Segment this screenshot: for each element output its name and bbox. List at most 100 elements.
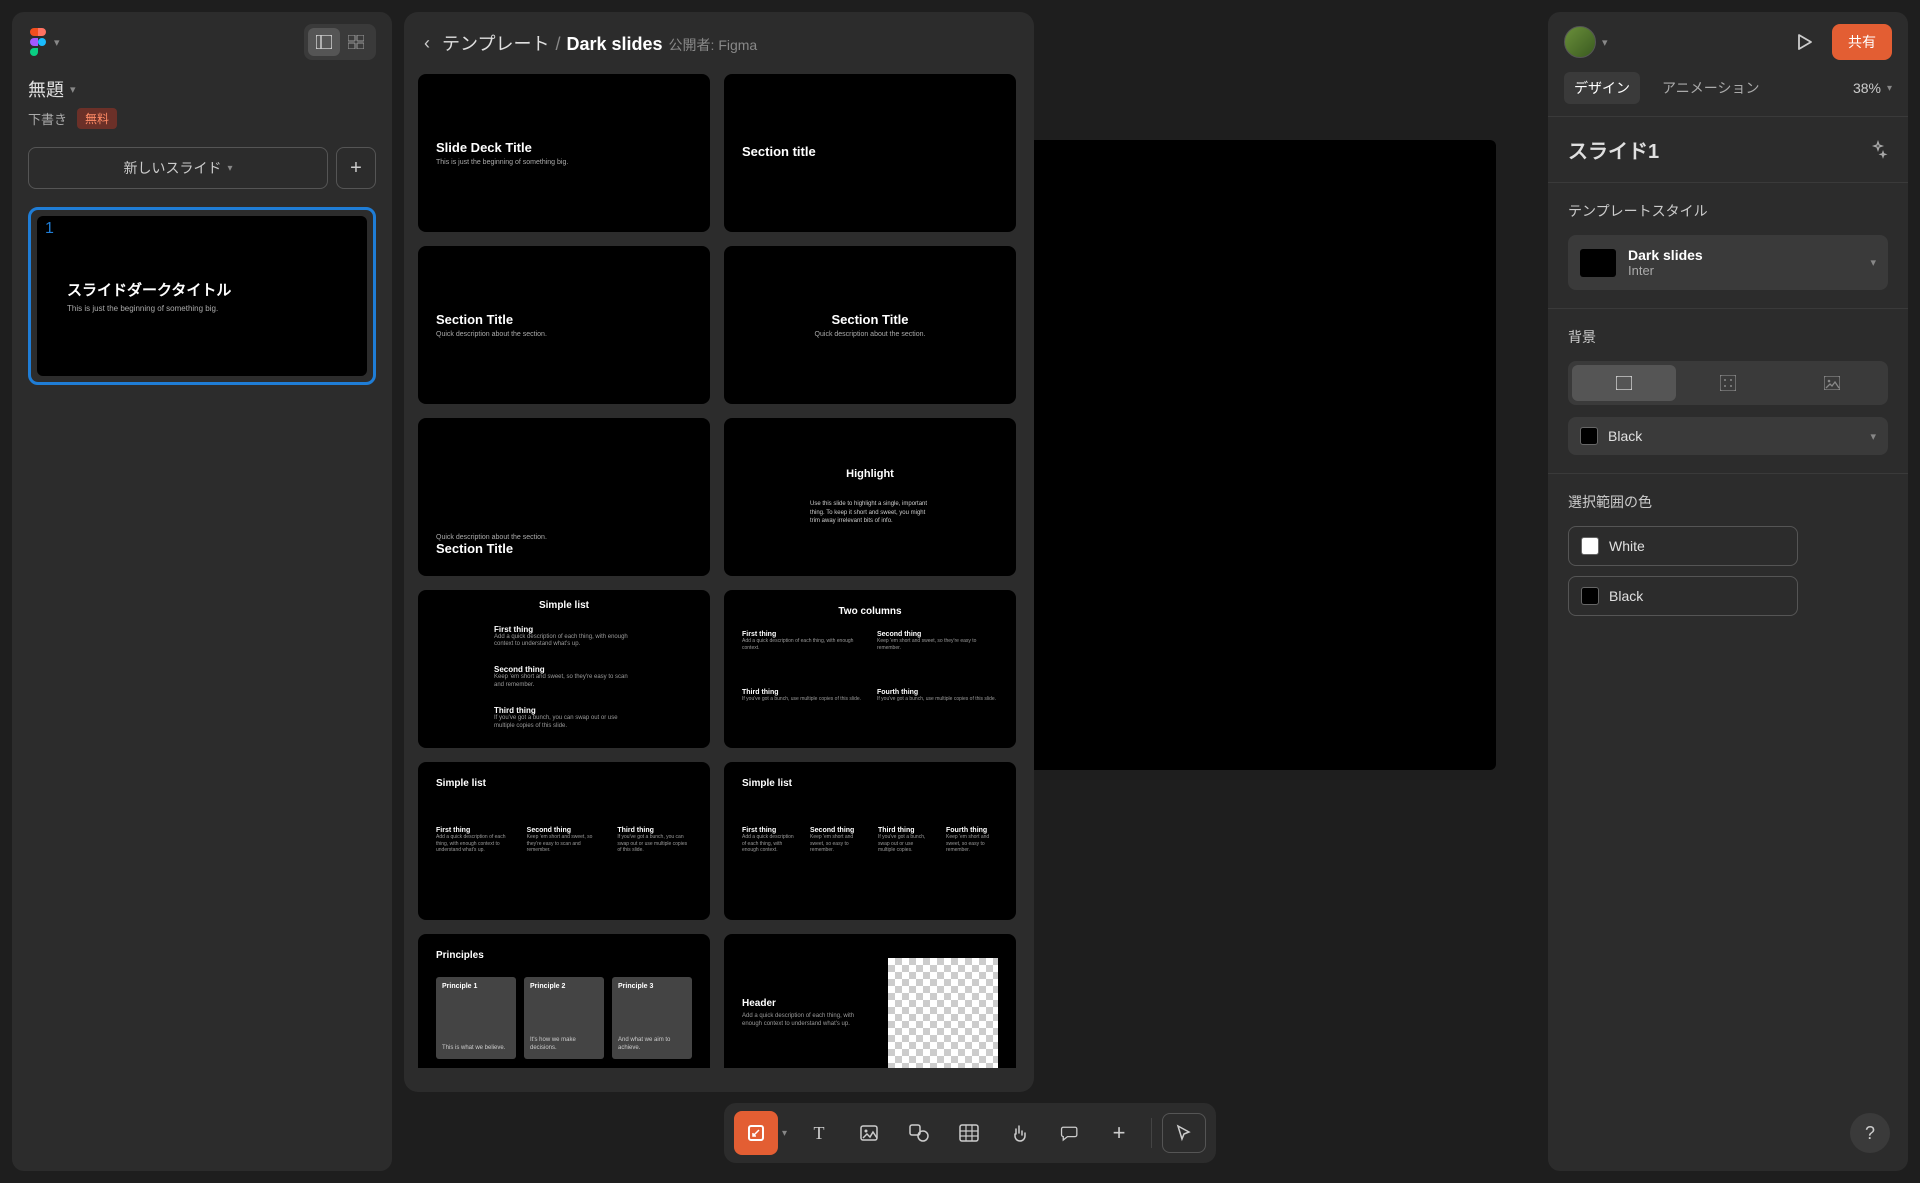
canvas-area: ル ‹ テンプレート / Dark slides 公開者: Figma Slid… (404, 0, 1536, 1183)
tpl-title: Section Title (831, 312, 908, 327)
bottom-toolbar: ▾ T + (724, 1103, 1216, 1163)
hand-tap-icon (1009, 1123, 1029, 1143)
free-badge: 無料 (77, 108, 117, 129)
template-grid: Slide Deck Title This is just the beginn… (418, 74, 1020, 1068)
tpl-highlight-text: Use this slide to highlight a single, im… (810, 500, 930, 525)
template-card[interactable]: Section title (724, 74, 1016, 232)
template-card[interactable]: Section Title Quick description about th… (724, 246, 1016, 404)
tool-comment[interactable] (1047, 1111, 1091, 1155)
selection-color-section: 選択範囲の色 White Black (1548, 474, 1908, 644)
slide-thumbnail-selected[interactable]: 1 スライドダークタイトル This is just the beginning… (28, 207, 376, 385)
tab-design[interactable]: デザイン (1564, 72, 1640, 104)
svg-text:T: T (814, 1123, 825, 1143)
tpl-sub: Quick description about the section. (436, 534, 692, 541)
template-card[interactable]: Section Title Quick description about th… (418, 246, 710, 404)
template-card[interactable]: Principles Principle 1This is what we be… (418, 934, 710, 1068)
template-card[interactable]: Simple list First thingAdd a quick descr… (418, 590, 710, 748)
tool-image[interactable] (847, 1111, 891, 1155)
tool-text[interactable]: T (797, 1111, 841, 1155)
figma-logo-menu[interactable]: ▾ (28, 28, 60, 56)
color-swatch-black (1581, 587, 1599, 605)
draft-label[interactable]: 下書き (28, 109, 67, 128)
frame-icon (746, 1123, 766, 1143)
present-button[interactable] (1786, 24, 1822, 60)
zoom-dropdown[interactable]: 38% ▾ (1853, 80, 1892, 96)
tool-interactive[interactable] (997, 1111, 1041, 1155)
template-mini-thumb (1580, 249, 1616, 277)
tpl-highlight-label: Highlight (846, 468, 894, 480)
template-card[interactable]: Slide Deck Title This is just the beginn… (418, 74, 710, 232)
bg-color-label: Black (1608, 428, 1642, 444)
template-style-section: テンプレートスタイル Dark slides Inter ▾ (1548, 183, 1908, 309)
file-subtitle: 下書き 無料 (28, 108, 376, 129)
template-card[interactable]: Simple list First thingAdd a quick descr… (418, 762, 710, 920)
section-title: 選択範囲の色 (1568, 492, 1888, 512)
tool-table[interactable] (947, 1111, 991, 1155)
breadcrumb-category[interactable]: テンプレート (442, 30, 549, 56)
image-placeholder-icon (888, 958, 998, 1068)
chevron-down-icon[interactable]: ▾ (782, 1128, 787, 1139)
bg-gradient-button[interactable] (1676, 365, 1780, 401)
chevron-down-icon: ▾ (1887, 83, 1892, 94)
tab-animation[interactable]: アニメーション (1652, 72, 1769, 104)
avatar-menu[interactable]: ▾ (1564, 26, 1608, 58)
file-title[interactable]: 無題 ▾ (28, 76, 376, 102)
template-card[interactable]: Two columns First thingAdd a quick descr… (724, 590, 1016, 748)
selection-color-black[interactable]: Black (1568, 576, 1798, 616)
breadcrumb-name: Dark slides (566, 34, 662, 55)
right-tabs: デザイン アニメーション 38% ▾ (1548, 72, 1908, 117)
bg-solid-button[interactable] (1572, 365, 1676, 401)
text-icon: T (809, 1123, 829, 1143)
template-selector[interactable]: Dark slides Inter ▾ (1568, 235, 1888, 290)
user-avatar (1564, 26, 1596, 58)
template-font: Inter (1628, 263, 1858, 278)
bg-image-button[interactable] (1780, 365, 1884, 401)
image-icon (859, 1123, 879, 1143)
tool-shape[interactable] (897, 1111, 941, 1155)
tpl-sub: Quick description about the section. (815, 331, 926, 338)
selection-color-white[interactable]: White (1568, 526, 1798, 566)
figma-icon (28, 28, 48, 56)
settings-icon[interactable] (1868, 140, 1888, 160)
right-header: ▾ 共有 (1548, 12, 1908, 72)
help-button[interactable]: ? (1850, 1113, 1890, 1153)
template-picker-panel: ‹ テンプレート / Dark slides 公開者: Figma Slide … (404, 12, 1034, 1092)
template-card[interactable]: Quick description about the section. Sec… (418, 418, 710, 576)
back-button[interactable]: ‹ (424, 33, 430, 54)
color-swatch-black (1580, 427, 1598, 445)
template-card[interactable]: Simple list First thingAdd a quick descr… (724, 762, 1016, 920)
gradient-icon (1720, 375, 1736, 391)
add-slide-button[interactable]: + (336, 147, 376, 189)
tpl-cols-label: Two columns (838, 606, 901, 617)
view-toggle (304, 24, 376, 60)
template-card[interactable]: Header Add a quick description of each t… (724, 934, 1016, 1068)
chevron-down-icon: ▾ (1602, 36, 1608, 49)
tpl-list-head: Simple list (742, 778, 998, 789)
file-title-text: 無題 (28, 76, 64, 102)
grid-icon (348, 35, 364, 49)
tpl-title: Section Title (436, 312, 692, 327)
background-color-select[interactable]: Black ▾ (1568, 417, 1888, 455)
template-card[interactable]: Highlight Use this slide to highlight a … (724, 418, 1016, 576)
tool-add[interactable]: + (1097, 1111, 1141, 1155)
tpl-title: Section Title (436, 541, 692, 556)
share-button[interactable]: 共有 (1832, 24, 1892, 60)
cursor-icon (1175, 1124, 1193, 1142)
solid-icon (1616, 376, 1632, 390)
color-swatch-white (1581, 537, 1599, 555)
shape-icon (908, 1123, 930, 1143)
tpl-sub: Quick description about the section. (436, 331, 692, 338)
header-actions: 共有 (1786, 24, 1892, 60)
tool-move[interactable] (734, 1111, 778, 1155)
view-single-button[interactable] (308, 28, 340, 56)
chevron-down-icon: ▾ (1870, 430, 1876, 443)
chevron-down-icon: ▾ (227, 163, 232, 174)
template-header: ‹ テンプレート / Dark slides 公開者: Figma (418, 30, 1020, 56)
thumb-subtitle: This is just the beginning of something … (67, 304, 337, 313)
background-type-toggle (1568, 361, 1888, 405)
view-grid-button[interactable] (340, 28, 372, 56)
slide-name: スライド1 (1568, 135, 1659, 164)
tool-cursor[interactable] (1165, 1114, 1203, 1152)
new-slide-button[interactable]: 新しいスライド ▾ (28, 147, 328, 189)
play-icon (1795, 33, 1813, 51)
